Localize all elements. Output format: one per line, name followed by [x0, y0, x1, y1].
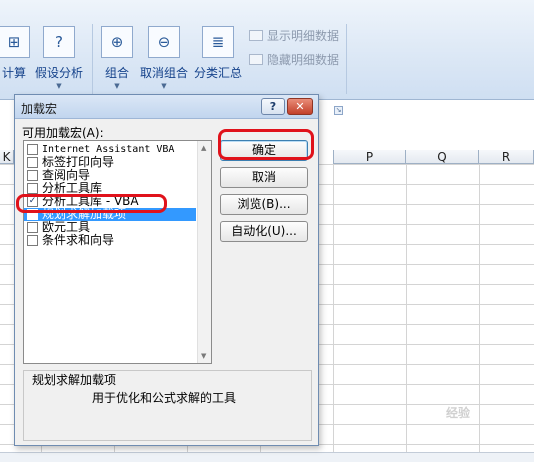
- hide-detail-icon: [249, 54, 263, 65]
- calculate-button[interactable]: ⊞ 计算: [0, 26, 34, 81]
- highlight-analysis-toolpak-vba: [16, 194, 167, 213]
- cancel-button[interactable]: 取消: [220, 167, 308, 188]
- what-if-analysis-button[interactable]: ? 假设分析 ▼: [34, 26, 84, 90]
- chevron-down-icon: ▼: [114, 82, 120, 90]
- what-if-icon: ?: [43, 26, 75, 58]
- hide-detail-label: 隐藏明细数据: [267, 53, 340, 67]
- subtotal-label: 分类汇总: [193, 66, 242, 80]
- browse-button[interactable]: 浏览(B)...: [220, 194, 308, 215]
- group-divider: [92, 24, 93, 94]
- description-title: 规划求解加载项: [30, 371, 119, 388]
- column-header-k[interactable]: K: [0, 150, 14, 164]
- automation-button[interactable]: 自动化(U)...: [220, 221, 308, 242]
- chevron-down-icon: ▼: [161, 82, 167, 90]
- description-groupbox: 规划求解加载项 用于优化和公式求解的工具: [23, 370, 312, 441]
- column-header-q[interactable]: Q: [406, 150, 479, 164]
- subtotal-icon: ≣: [202, 26, 234, 58]
- subtotal-button[interactable]: ≣ 分类汇总: [192, 26, 244, 81]
- close-button[interactable]: ✕: [287, 98, 313, 115]
- group-divider: [346, 24, 347, 94]
- ungroup-icon: ⊖: [148, 26, 180, 58]
- checkbox[interactable]: [27, 144, 38, 155]
- hide-detail-button[interactable]: 隐藏明细数据: [249, 51, 339, 68]
- list-item-conditional-sum-wizard[interactable]: 条件求和向导: [24, 234, 196, 247]
- dialog-titlebar[interactable]: 加载宏 ? ✕: [15, 95, 318, 119]
- group-icon: ⊕: [101, 26, 133, 58]
- chevron-down-icon: ▼: [56, 82, 62, 90]
- dialog-launcher-icon[interactable]: ↘: [334, 106, 343, 115]
- ungroup-label: 取消组合: [139, 66, 188, 80]
- column-header-p[interactable]: P: [333, 150, 406, 164]
- calculator-icon: ⊞: [0, 26, 30, 58]
- sheet-status-strip: [0, 452, 534, 462]
- description-text: 用于优化和公式求解的工具: [92, 391, 237, 405]
- checkbox[interactable]: [27, 183, 38, 194]
- dialog-title: 加载宏: [21, 102, 58, 116]
- ungroup-button[interactable]: ⊖ 取消组合 ▼: [138, 26, 190, 90]
- show-detail-button[interactable]: 显示明细数据: [249, 27, 339, 44]
- listbox-scrollbar[interactable]: ▲ ▼: [197, 141, 211, 363]
- show-detail-label: 显示明细数据: [267, 29, 340, 43]
- calculate-label: 计算: [1, 66, 26, 80]
- scroll-up-icon[interactable]: ▲: [201, 144, 206, 152]
- highlight-ok-button: [218, 129, 314, 160]
- scroll-down-icon[interactable]: ▼: [201, 352, 206, 360]
- checkbox[interactable]: [27, 157, 38, 168]
- ribbon: ⊞ 计算 ? 假设分析 ▼ ⊕ 组合 ▼ ⊖ 取消组合 ▼ ≣ 分类汇总 显示明…: [0, 0, 534, 100]
- checkbox[interactable]: [27, 222, 38, 233]
- add-ins-list-label: 可用加载宏(A):: [22, 126, 104, 140]
- list-item-label: 条件求和向导: [42, 233, 115, 247]
- checkbox[interactable]: [27, 235, 38, 246]
- what-if-label: 假设分析: [34, 66, 83, 80]
- help-button[interactable]: ?: [261, 98, 285, 115]
- show-detail-icon: [249, 30, 263, 41]
- watermark-logo: 经验: [446, 406, 471, 420]
- group-button[interactable]: ⊕ 组合 ▼: [100, 26, 134, 90]
- group-label: 组合: [104, 66, 129, 80]
- column-header-r[interactable]: R: [479, 150, 534, 164]
- checkbox[interactable]: [27, 170, 38, 181]
- add-ins-listbox[interactable]: Internet Assistant VBA 标签打印向导 查阅向导 分析工具库…: [23, 140, 212, 364]
